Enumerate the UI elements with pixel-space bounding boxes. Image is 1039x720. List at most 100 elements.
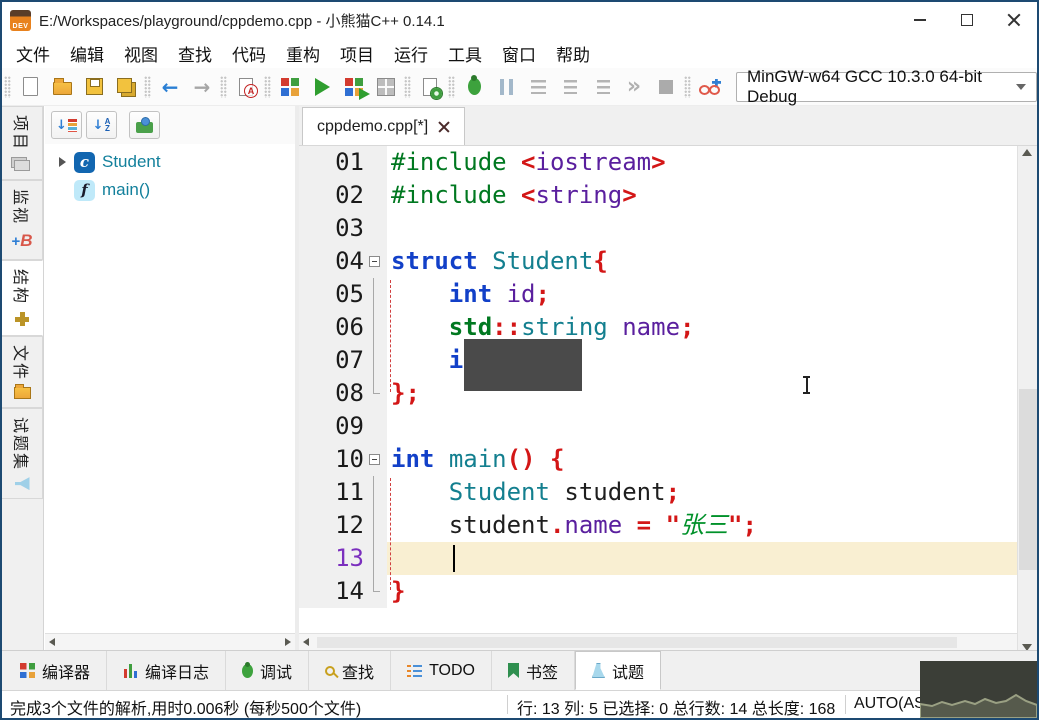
program-options-button[interactable]	[415, 72, 445, 102]
fold-column	[368, 212, 380, 245]
sidebar-tab-files[interactable]: 文件	[2, 336, 43, 408]
sidebar-tab-watch[interactable]: 监视	[2, 180, 43, 260]
sort-by-type-button[interactable]	[51, 111, 82, 139]
menu-item-代码[interactable]: 代码	[222, 37, 276, 70]
step-into-icon	[564, 80, 577, 94]
vscrollbar-thumb[interactable]	[1019, 389, 1037, 570]
menu-item-工具[interactable]: 工具	[438, 37, 492, 70]
code-line-12[interactable]: 12 student.name = "张三";	[299, 509, 1017, 542]
find-in-files-button[interactable]	[231, 72, 261, 102]
code-line-13[interactable]: 13	[299, 542, 1017, 575]
fold-marker[interactable]	[368, 443, 380, 476]
tab-close-icon[interactable]	[438, 121, 450, 133]
bottom-tab-bookmark[interactable]: 书签	[492, 651, 575, 690]
menu-item-编辑[interactable]: 编辑	[60, 37, 114, 70]
tree-item-main()[interactable]: fmain()	[45, 176, 295, 204]
save-button[interactable]	[79, 72, 109, 102]
debug-button[interactable]	[459, 72, 489, 102]
new-file-button[interactable]	[15, 72, 45, 102]
minimize-button[interactable]	[896, 2, 943, 38]
menu-item-重构[interactable]: 重构	[276, 37, 330, 70]
bottom-tab-label: 编译器	[42, 659, 90, 683]
editor-tabbar: cppdemo.cpp[*]	[299, 106, 1037, 146]
code-line-10[interactable]: 10int main() {	[299, 443, 1017, 476]
show-inherited-button[interactable]	[129, 111, 160, 139]
stop-button[interactable]	[651, 72, 681, 102]
compile-run-button[interactable]	[339, 72, 369, 102]
save-icon	[86, 78, 103, 95]
tree-item-Student[interactable]: cStudent	[45, 148, 295, 176]
add-watch-icon	[699, 79, 721, 95]
bottom-tab-problem[interactable]: 试题	[575, 651, 661, 690]
menu-item-查找[interactable]: 查找	[168, 37, 222, 70]
menu-item-帮助[interactable]: 帮助	[546, 37, 600, 70]
fold-marker	[368, 278, 380, 311]
toolbar-grip	[264, 76, 271, 98]
menu-item-视图[interactable]: 视图	[114, 37, 168, 70]
code-line-08[interactable]: 08};	[299, 377, 1017, 410]
pause-button[interactable]	[491, 72, 521, 102]
save-all-button[interactable]	[111, 72, 141, 102]
maximize-button[interactable]	[943, 2, 990, 38]
run-button[interactable]	[307, 72, 337, 102]
editor-tab[interactable]: cppdemo.cpp[*]	[302, 107, 465, 145]
bottom-tab-todo[interactable]: TODO	[391, 651, 492, 690]
add-watch-button[interactable]	[695, 72, 725, 102]
sidebar-tab-label: 结构	[10, 269, 34, 305]
code-line-11[interactable]: 11 Student student;	[299, 476, 1017, 509]
menu-item-文件[interactable]: 文件	[6, 37, 60, 70]
expand-arrow-icon[interactable]	[59, 157, 66, 167]
code-text: i	[387, 344, 463, 377]
code-line-14[interactable]: 14}	[299, 575, 1017, 608]
sidebar-tab-label: 文件	[10, 345, 34, 381]
menu-item-项目[interactable]: 项目	[330, 37, 384, 70]
navigate-back-button[interactable]	[155, 72, 185, 102]
open-file-icon	[53, 82, 72, 95]
open-file-button[interactable]	[47, 72, 77, 102]
code-line-05[interactable]: 05 int id;	[299, 278, 1017, 311]
bottom-tab-compiler[interactable]: 编译器	[4, 651, 107, 690]
close-button[interactable]	[990, 2, 1037, 38]
step-out-button[interactable]	[587, 72, 617, 102]
code-line-01[interactable]: 01#include <iostream>	[299, 146, 1017, 179]
step-into-button[interactable]	[555, 72, 585, 102]
code-line-07[interactable]: 07 i	[299, 344, 1017, 377]
code-text: int main() {	[387, 443, 564, 476]
fold-marker	[368, 509, 380, 542]
editor: cppdemo.cpp[*] 01#include <iostream>02#i…	[299, 106, 1037, 650]
toolbar-grip	[448, 76, 455, 98]
hscrollbar-thumb[interactable]	[317, 637, 957, 648]
sort-alphabetically-button[interactable]	[86, 111, 117, 139]
close-icon	[1007, 13, 1021, 27]
sidebar-tab-problem-set[interactable]: 试题集	[2, 408, 43, 499]
bottom-tab-search[interactable]: 查找	[309, 651, 391, 690]
rebuild-all-button[interactable]	[371, 72, 401, 102]
bottom-tab-compile-log[interactable]: 编译日志	[107, 651, 226, 690]
code-line-09[interactable]: 09	[299, 410, 1017, 443]
code-line-02[interactable]: 02#include <string>	[299, 179, 1017, 212]
code-line-03[interactable]: 03	[299, 212, 1017, 245]
bottom-tab-debug[interactable]: 调试	[226, 651, 309, 690]
editor-vscrollbar[interactable]	[1017, 146, 1037, 654]
indent-guide	[390, 280, 391, 392]
toolbar-grip	[220, 76, 227, 98]
step-over-button[interactable]	[523, 72, 553, 102]
menu-item-窗口[interactable]: 窗口	[492, 37, 546, 70]
structure-panel-hscrollbar[interactable]	[45, 633, 295, 650]
compiler-profile-dropdown[interactable]: MinGW-w64 GCC 10.3.0 64-bit Debug	[736, 72, 1037, 102]
window-controls	[896, 2, 1037, 38]
code-line-04[interactable]: 04struct Student{	[299, 245, 1017, 278]
run-to-cursor-button[interactable]	[619, 72, 649, 102]
code-area[interactable]: 01#include <iostream>02#include <string>…	[299, 146, 1017, 633]
fold-marker[interactable]	[368, 245, 380, 278]
compile-button[interactable]	[275, 72, 305, 102]
code-line-06[interactable]: 06 std::string name;	[299, 311, 1017, 344]
toolbar-buttons	[2, 68, 726, 106]
navigate-forward-button[interactable]	[187, 72, 217, 102]
editor-hscrollbar[interactable]	[299, 633, 1017, 650]
scroll-left-icon	[303, 638, 309, 646]
sidebar-tab-structure[interactable]: 结构	[2, 260, 43, 336]
navigate-back-icon	[162, 75, 179, 99]
sidebar-tab-projects[interactable]: 项目	[2, 106, 43, 180]
menu-item-运行[interactable]: 运行	[384, 37, 438, 70]
